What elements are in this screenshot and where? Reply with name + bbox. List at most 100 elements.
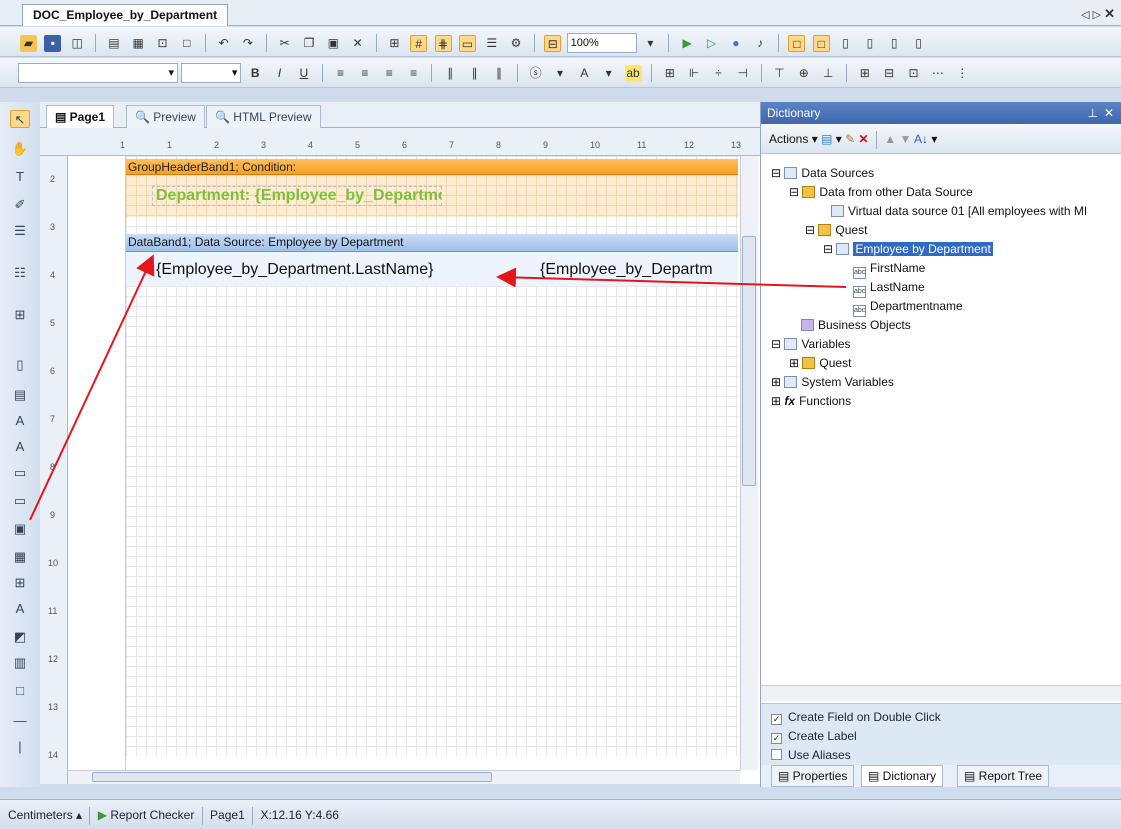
align-middles-icon[interactable]: ⊕ — [795, 65, 812, 82]
crosstab-tool-icon[interactable]: ⊞ — [10, 574, 30, 592]
tree-node-quest[interactable]: ⊟ Quest — [805, 221, 867, 239]
tree-node-data-from-other[interactable]: ⊟ Data from other Data Source — [789, 183, 973, 201]
new-form-icon[interactable]: ▦ — [130, 35, 147, 52]
sort-icon[interactable]: A↓ — [914, 132, 928, 146]
layout-full-icon[interactable]: ▯ — [910, 35, 927, 52]
font-color-dropdown-icon[interactable]: ▾ — [600, 65, 617, 82]
report-checker-icon[interactable]: ▶ — [98, 808, 107, 822]
sub-report-tool-icon[interactable]: ▭ — [10, 492, 30, 510]
same-size-icon[interactable]: ⊞ — [856, 65, 873, 82]
report-checker-button[interactable]: Report Checker — [110, 808, 194, 822]
rich-text-tool-icon[interactable]: A — [10, 438, 30, 456]
highlight-icon[interactable]: ab — [624, 64, 642, 82]
image-tool-icon[interactable]: ▭ — [10, 464, 30, 482]
actions-dropdown-icon[interactable]: ▾ — [812, 132, 821, 146]
close-document-icon[interactable]: ✕ — [1104, 6, 1115, 21]
tree-node-lastname[interactable]: abc LastName — [853, 278, 925, 298]
grid-toggle-icon[interactable]: # — [410, 34, 428, 52]
layout-page-icon[interactable]: □ — [812, 34, 830, 52]
designer-horizontal-scroll-thumb[interactable] — [92, 772, 492, 782]
actions-menu[interactable]: Actions — [769, 132, 808, 146]
textbox-tool-icon[interactable]: A — [10, 412, 30, 430]
tree-node-functions[interactable]: ⊞ fx Functions — [771, 392, 851, 410]
same-height-icon[interactable]: ⊡ — [905, 65, 922, 82]
paste-icon[interactable]: ▣ — [325, 35, 342, 52]
redo-icon[interactable]: ↷ — [239, 35, 256, 52]
tab-html-preview[interactable]: 🔍 HTML Preview — [206, 105, 321, 128]
format-painter-icon[interactable]: ✐ — [10, 196, 30, 214]
layout-normal-icon[interactable]: □ — [788, 34, 806, 52]
move-up-icon[interactable]: ▲ — [884, 132, 896, 146]
tree-node-virtual-source[interactable]: Virtual data source 01 [All employees wi… — [831, 202, 1087, 220]
zoom-select[interactable]: 100% — [566, 33, 637, 53]
zoom-icon[interactable]: ⊟ — [544, 34, 562, 52]
create-field-checkbox[interactable]: ✓ Create Field on Double Click — [771, 710, 941, 725]
tab-properties[interactable]: ▤ Properties — [771, 765, 855, 787]
layout-left-icon[interactable]: ▯ — [837, 35, 854, 52]
align-right-icon[interactable]: ≡ — [381, 65, 398, 82]
tree-node-system-variables[interactable]: ⊞ System Variables — [771, 373, 894, 391]
vline-tool-icon[interactable]: | — [10, 738, 30, 756]
units-dropdown-icon[interactable]: ▴ — [76, 808, 85, 822]
label-tool-icon[interactable]: A — [10, 600, 30, 618]
move-down-icon[interactable]: ▼ — [899, 132, 914, 146]
close-panel-icon[interactable]: ✕ — [1104, 106, 1114, 120]
barcode-tool-icon[interactable]: ▥ — [10, 654, 30, 672]
align-grid-icon[interactable]: ⋕ — [434, 34, 452, 52]
report-designer[interactable]: 1 1 2 3 4 5 6 7 8 9 10 11 12 13 2 3 4 5 … — [40, 128, 760, 784]
vert-center-icon[interactable]: ∥ — [466, 65, 483, 82]
settings-icon[interactable]: ⚙ — [508, 35, 525, 52]
chart-tool-icon[interactable]: ◩ — [10, 628, 30, 646]
justify-icon[interactable]: ≡ — [405, 65, 422, 82]
align-tops-icon[interactable]: ⊤ — [771, 65, 788, 82]
department-name-textbox[interactable]: {Employee_by_Departm — [540, 261, 740, 279]
tab-right-icon[interactable]: ▷ — [1093, 9, 1101, 21]
italic-icon[interactable]: I — [271, 65, 288, 82]
tab-preview[interactable]: 🔍 Preview — [126, 105, 205, 128]
bold-icon[interactable]: B — [247, 65, 264, 82]
tree-node-variables[interactable]: ⊟ Variables — [771, 335, 851, 353]
group-header-band-title[interactable]: GroupHeaderBand1; Condition: — [126, 159, 738, 175]
panel-tool-icon[interactable]: ⊞ — [10, 306, 30, 324]
align-bottoms-icon[interactable]: ⊥ — [820, 65, 837, 82]
page-setup-icon[interactable]: □ — [178, 35, 195, 52]
page-tool-icon[interactable]: ▯ — [10, 356, 30, 374]
new-item-dropdown-icon[interactable]: ▾ — [836, 132, 845, 146]
align-left-icon[interactable]: ≡ — [332, 65, 349, 82]
web-icon[interactable]: ● — [727, 35, 744, 52]
shape-tool-icon[interactable]: □ — [10, 682, 30, 700]
layout-right-icon[interactable]: ▯ — [886, 35, 903, 52]
hline-tool-icon[interactable]: — — [10, 712, 30, 730]
tree-horizontal-scrollbar[interactable] — [761, 685, 1121, 701]
pin-icon[interactable]: ⊥ — [1088, 106, 1098, 120]
wizard-icon[interactable]: ⊡ — [154, 35, 171, 52]
align-centers-icon[interactable]: ÷ — [710, 65, 727, 82]
delete-icon[interactable]: ✕ — [859, 132, 872, 146]
data-band-title[interactable]: DataBand1; Data Source: Employee by Depa… — [126, 234, 738, 252]
grid-snap-icon[interactable]: ⊞ — [661, 65, 678, 82]
text-format-tool-icon[interactable]: T — [10, 168, 30, 186]
department-textbox[interactable]: Department: {Employee_by_Department.[ — [152, 186, 442, 206]
text-tool-icon[interactable]: ▤ — [10, 386, 30, 404]
new-page-icon[interactable]: ▤ — [105, 35, 122, 52]
use-aliases-checkbox[interactable]: Use Aliases — [771, 748, 851, 762]
tree-node-data-sources[interactable]: ⊟ Data Sources — [771, 164, 874, 182]
preview-icon[interactable]: ◫ — [69, 35, 86, 52]
crossband-tool-icon[interactable]: ☷ — [10, 264, 30, 282]
run-design-icon[interactable]: ▷ — [703, 35, 720, 52]
tree-node-variables-quest[interactable]: ⊞ Quest — [789, 354, 851, 372]
font-size-select[interactable]: ▾ — [181, 63, 242, 83]
vert-bottom-icon[interactable]: ∥ — [490, 65, 507, 82]
tab-report-tree[interactable]: ▤ Report Tree — [957, 765, 1050, 787]
undo-icon[interactable]: ↶ — [215, 35, 232, 52]
same-width-icon[interactable]: ⊟ — [881, 65, 898, 82]
delete-icon[interactable]: ✕ — [349, 35, 366, 52]
save-icon[interactable]: ▪ — [44, 34, 62, 52]
designer-vertical-scroll-thumb[interactable] — [742, 236, 756, 486]
container-tool-icon[interactable]: ▣ — [10, 520, 30, 538]
copy-icon[interactable]: ❐ — [300, 35, 317, 52]
style-dropdown-icon[interactable]: ▾ — [552, 65, 569, 82]
create-label-checkbox[interactable]: ✓ Create Label — [771, 729, 857, 744]
tab-left-icon[interactable]: ◁ — [1081, 9, 1089, 21]
spacing-h-icon[interactable]: ⋯ — [929, 65, 946, 82]
